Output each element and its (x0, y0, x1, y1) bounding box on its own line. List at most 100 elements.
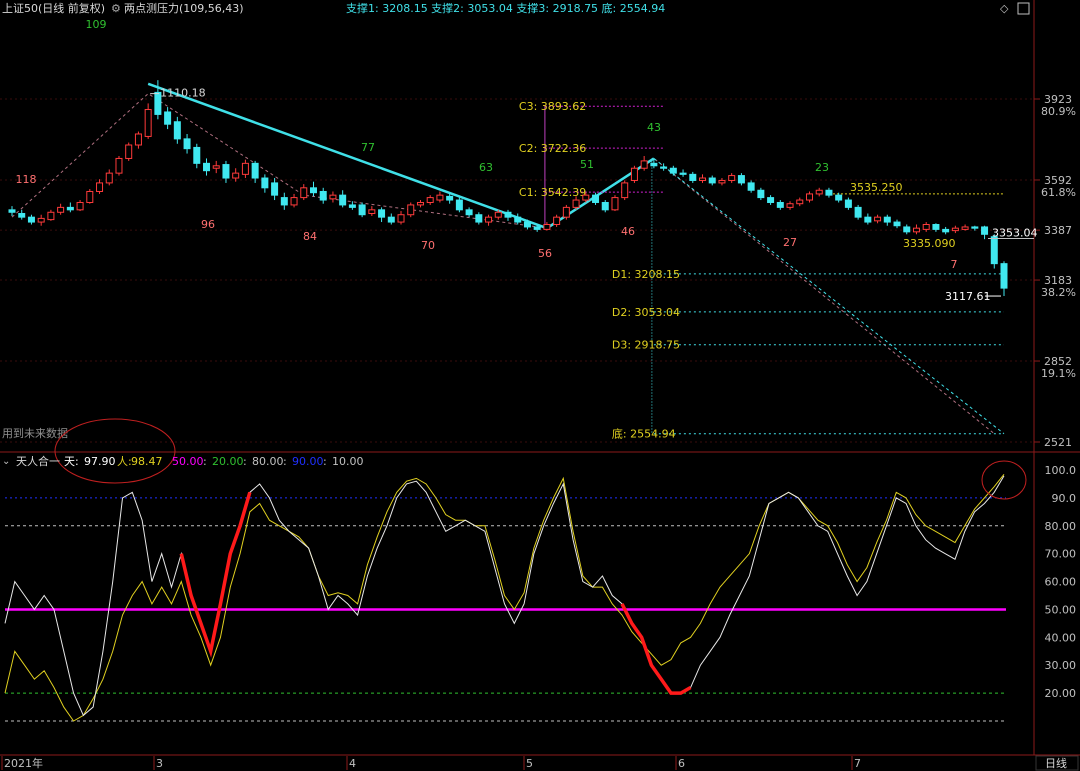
candle-body (728, 175, 736, 181)
candle-body (942, 228, 950, 233)
candle-body (203, 162, 211, 172)
param-value: 50.00 (172, 455, 204, 468)
candle-body (864, 216, 872, 223)
candle-body (446, 195, 454, 201)
candle-body (251, 162, 259, 179)
count-label: 43 (647, 121, 661, 134)
candle-body (1000, 263, 1008, 289)
candle-body (951, 227, 959, 232)
future-data-note: 用到未来数据 (2, 426, 68, 440)
candle-body (339, 194, 347, 206)
chart-title[interactable]: 上证50(日线 前复权) (2, 1, 105, 15)
count-label: 63 (479, 161, 493, 174)
count-label: 46 (621, 225, 635, 238)
count-label: 7 (951, 258, 958, 271)
candle-body (562, 206, 570, 218)
level-3535-label: 3535.250 (850, 181, 903, 194)
settings-diamond-icon[interactable]: ◇ (1000, 2, 1009, 15)
time-tick-label: 7 (854, 757, 861, 770)
candle-body (164, 111, 172, 125)
candle-body (961, 226, 969, 230)
candle-body (368, 209, 376, 214)
candle-body (397, 214, 405, 223)
current-price-label: 3353.04 (992, 226, 1038, 239)
indicator-pane-name[interactable]: 天人合一 (16, 454, 60, 468)
indicator-title[interactable]: 两点测压力(109,56,43) (124, 2, 244, 15)
candle-body (105, 172, 113, 184)
candle-body (514, 216, 522, 223)
price-tick-label: 3387 (1044, 224, 1072, 237)
candle-body (718, 179, 726, 184)
param-separator: : (323, 455, 327, 468)
candle-body (485, 216, 493, 223)
count-label: 23 (815, 161, 829, 174)
tian-value: 97.90 (84, 455, 116, 468)
param-separator: : (203, 455, 207, 468)
param-value: 20.00 (212, 455, 244, 468)
d-level-label: D3: 2918.75 (612, 339, 680, 352)
time-tick-label: 5 (526, 757, 533, 770)
candle-body (592, 194, 600, 203)
count-label: 56 (538, 247, 552, 260)
candle-body (183, 138, 191, 150)
candle-body (893, 221, 901, 227)
candle-body (465, 209, 473, 216)
candle-body (329, 194, 337, 200)
price-pct-label: 80.9% (1041, 105, 1076, 118)
candle-body (757, 189, 765, 199)
collapse-chevron-icon[interactable]: ⌄ (2, 456, 10, 467)
candle-body (494, 211, 502, 218)
candle-body (874, 216, 882, 222)
candle-body (572, 199, 580, 208)
candle-body (173, 121, 181, 140)
candle-body (18, 212, 26, 218)
candle-body (922, 224, 930, 230)
price-tick-label: 2521 (1044, 436, 1072, 449)
ren-value: 98.47 (131, 455, 163, 468)
candle-body (553, 216, 561, 226)
candle-body (669, 167, 677, 174)
indicator-tick-label: 90.0 (1052, 492, 1077, 505)
candle-body (640, 160, 648, 169)
candle-body (232, 172, 240, 179)
candle-body (504, 211, 512, 218)
indicator-gear-icon[interactable]: ⚙ (111, 2, 121, 15)
param-separator: : (243, 455, 247, 468)
candle-body (134, 133, 142, 146)
time-tick-label: 3 (156, 757, 163, 770)
period-button-label[interactable]: 日线 (1045, 756, 1067, 770)
count-label: 77 (361, 141, 375, 154)
candle-body (290, 197, 298, 206)
candle-body (533, 226, 541, 230)
candle-body (47, 211, 55, 221)
candle-body (854, 206, 862, 218)
indicator-tick-label: 70.00 (1045, 548, 1077, 561)
candle-body (475, 214, 483, 223)
price-pct-label: 61.8% (1041, 186, 1076, 199)
candle-body (912, 227, 920, 233)
time-tick-label: 2021年 (4, 756, 43, 770)
indicator-tick-label: 100.0 (1045, 464, 1077, 477)
candle-body (27, 216, 35, 223)
candle-body (844, 199, 852, 208)
candle-body (815, 189, 823, 195)
candle-body (903, 226, 911, 233)
candle-body (660, 166, 668, 169)
candle-body (689, 173, 697, 181)
candle-body (582, 194, 590, 201)
indicator-tick-label: 20.00 (1045, 687, 1077, 700)
candle-body (37, 217, 45, 223)
support-summary: 支撑1: 3208.15 支撑2: 3053.04 支撑3: 2918.75 底… (346, 1, 665, 15)
candle-body (271, 182, 279, 196)
count-label: 118 (16, 173, 37, 186)
candle-body (611, 197, 619, 211)
param-value: 10.00 (332, 455, 364, 468)
indicator-tick-label: 40.00 (1045, 631, 1077, 644)
candle-body (261, 177, 269, 189)
param-separator: : (283, 455, 287, 468)
indicator-params: 50.00:20.00:80.00:90.00:10.00 (172, 455, 364, 468)
count-label: 109 (86, 18, 107, 31)
low-price-label: 3117.61 (945, 290, 991, 303)
candle-body (455, 199, 463, 211)
indicator-tick-label: 30.00 (1045, 659, 1077, 672)
